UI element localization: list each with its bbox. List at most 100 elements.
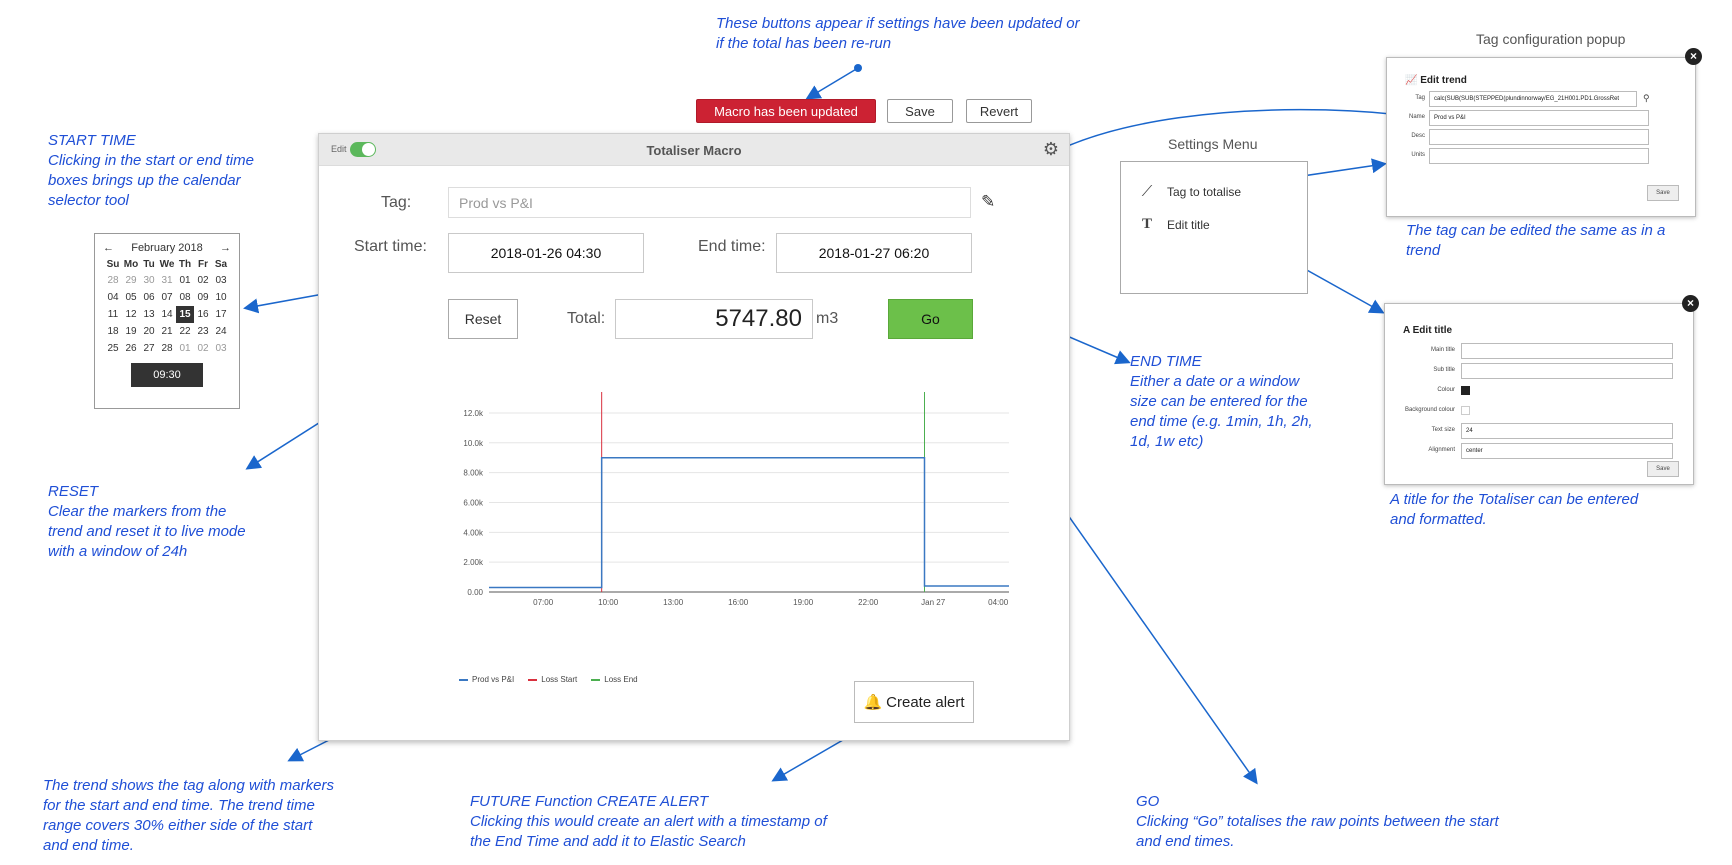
calendar-day[interactable]: 10: [212, 289, 230, 306]
calendar-day[interactable]: 03: [212, 272, 230, 289]
note-heading: START TIME: [48, 132, 136, 149]
calendar-day[interactable]: 13: [140, 306, 158, 323]
close-icon[interactable]: ×: [1685, 48, 1702, 65]
calendar-day[interactable]: 12: [122, 306, 140, 323]
note-trend: The trend shows the tag along with marke…: [43, 776, 334, 856]
note-line: size can be entered for the: [1130, 393, 1308, 410]
calendar-day[interactable]: 23: [194, 323, 212, 340]
calendar-day[interactable]: 06: [140, 289, 158, 306]
calendar-day[interactable]: 17: [212, 306, 230, 323]
tag-popup-row-input[interactable]: Prod vs P&I: [1429, 110, 1649, 126]
alignment-select[interactable]: center: [1461, 443, 1673, 459]
calendar-day[interactable]: 05: [122, 289, 140, 306]
search-icon[interactable]: ⚲: [1643, 93, 1650, 104]
next-month-button[interactable]: →: [220, 242, 231, 254]
prev-month-button[interactable]: ←: [103, 242, 114, 254]
colour-swatch[interactable]: [1461, 386, 1470, 395]
calendar-day[interactable]: 11: [104, 306, 122, 323]
text-icon: T: [1141, 216, 1152, 232]
calendar-day[interactable]: 07: [158, 289, 176, 306]
menu-item-edit-title[interactable]: T Edit title: [1137, 216, 1210, 233]
calendar-day[interactable]: 02: [194, 340, 212, 357]
legend-label: Loss End: [604, 675, 638, 684]
menu-item-tag-to-totalise[interactable]: ⟋ Tag to totalise: [1137, 183, 1241, 200]
calendar-day[interactable]: 16: [194, 306, 212, 323]
calendar-day[interactable]: 26: [122, 340, 140, 357]
tag-popup-row-input[interactable]: calc(SUB(SUB(STEPPED(plundinnorway/EG_21…: [1429, 91, 1637, 107]
start-time-input[interactable]: 2018-01-26 04:30: [448, 233, 644, 273]
note-heading: RESET: [48, 483, 99, 500]
calendar-week: 18 19 20 21 22 23 24: [104, 323, 230, 340]
tag-popup-save-button[interactable]: Save: [1647, 185, 1679, 201]
save-button[interactable]: Save: [887, 99, 953, 123]
title-popup-row-input[interactable]: [1461, 363, 1673, 379]
tag-field[interactable]: Prod vs P&I: [448, 187, 971, 218]
calendar-selector: ← February 2018 → Su Mo Tu We Th Fr Sa 28 29 30 3…: [94, 233, 240, 409]
calendar-time-picker[interactable]: 09:30: [131, 363, 203, 387]
popup-title: 📈 Edit trend: [1405, 75, 1467, 86]
tag-popup-row-input[interactable]: [1429, 129, 1649, 145]
note-line: for the start and end time. The trend ti…: [43, 797, 315, 814]
note-buttons-appear: These buttons appear if settings have be…: [716, 14, 1080, 54]
calendar-day[interactable]: 20: [140, 323, 158, 340]
tag-label: Tag:: [381, 194, 412, 211]
x-tick-label: 04:00: [988, 598, 1009, 607]
note-line: boxes brings up the calendar: [48, 172, 241, 189]
calendar-day[interactable]: 28: [158, 340, 176, 357]
calendar-day[interactable]: 24: [212, 323, 230, 340]
note-tag-edit: The tag can be edited the same as in a t…: [1406, 221, 1665, 261]
tag-popup-row-input[interactable]: [1429, 148, 1649, 164]
tag-popup-row-label: Name: [1408, 114, 1425, 120]
calendar-day[interactable]: 31: [158, 272, 176, 289]
calendar-day[interactable]: 19: [122, 323, 140, 340]
y-tick-label: 4.00k: [463, 528, 484, 537]
title-popup-row-input[interactable]: [1461, 343, 1673, 359]
y-tick-label: 12.0k: [463, 409, 484, 418]
go-button[interactable]: Go: [888, 299, 973, 339]
note-heading: FUTURE Function CREATE ALERT: [470, 793, 709, 810]
note-go: GO Clicking “Go” totalises the raw point…: [1136, 792, 1499, 852]
calendar-day[interactable]: 22: [176, 323, 194, 340]
create-alert-button[interactable]: 🔔 Create alert: [854, 681, 974, 723]
calendar-day[interactable]: 14: [158, 306, 176, 323]
calendar-week: 25 26 27 28 01 02 03: [104, 340, 230, 357]
calendar-day[interactable]: 25: [104, 340, 122, 357]
menu-item-label: Tag to totalise: [1167, 184, 1242, 199]
calendar-week: 04 05 06 07 08 09 10: [104, 289, 230, 306]
calendar-day[interactable]: 03: [212, 340, 230, 357]
revert-button[interactable]: Revert: [966, 99, 1032, 123]
menu-item-label: Edit title: [1167, 217, 1210, 232]
calendar-day[interactable]: 01: [176, 340, 194, 357]
calendar-day[interactable]: 08: [176, 289, 194, 306]
settings-menu: ⟋ Tag to totalise T Edit title: [1120, 161, 1308, 294]
x-tick-label: 19:00: [793, 598, 814, 607]
y-tick-label: 6.00k: [463, 498, 484, 507]
close-icon[interactable]: ×: [1682, 295, 1699, 312]
note-future-alert: FUTURE Function CREATE ALERT Clicking th…: [470, 792, 827, 852]
start-time-label: Start time:: [354, 238, 427, 255]
calendar-day[interactable]: 29: [122, 272, 140, 289]
calendar-day[interactable]: 21: [158, 323, 176, 340]
gear-icon[interactable]: ⚙: [1043, 140, 1059, 158]
tag-popup-row-label: Desc: [1411, 133, 1425, 139]
title-popup-row-input[interactable]: 24: [1461, 423, 1673, 439]
end-time-input[interactable]: 2018-01-27 06:20: [776, 233, 972, 273]
note-line: 1d, 1w etc): [1130, 433, 1204, 450]
title-popup-save-button[interactable]: Save: [1647, 461, 1679, 477]
calendar-day[interactable]: 28: [104, 272, 122, 289]
note-line: Clicking this would create an alert with…: [470, 813, 827, 830]
note-heading: END TIME: [1130, 353, 1202, 370]
calendar-day[interactable]: 30: [140, 272, 158, 289]
calendar-day[interactable]: 01: [176, 272, 194, 289]
calendar-day[interactable]: 02: [194, 272, 212, 289]
reset-button[interactable]: Reset: [448, 299, 518, 339]
total-label: Total:: [567, 310, 606, 327]
calendar-day[interactable]: 04: [104, 289, 122, 306]
pencil-icon[interactable]: ✎: [981, 192, 995, 212]
calendar-day[interactable]: 18: [104, 323, 122, 340]
note-line: the End Time and add it to Elastic Searc…: [470, 833, 746, 850]
calendar-day[interactable]: 27: [140, 340, 158, 357]
calendar-day[interactable]: 09: [194, 289, 212, 306]
background-colour-swatch[interactable]: [1461, 406, 1470, 415]
calendar-day[interactable]: 15: [176, 306, 194, 323]
